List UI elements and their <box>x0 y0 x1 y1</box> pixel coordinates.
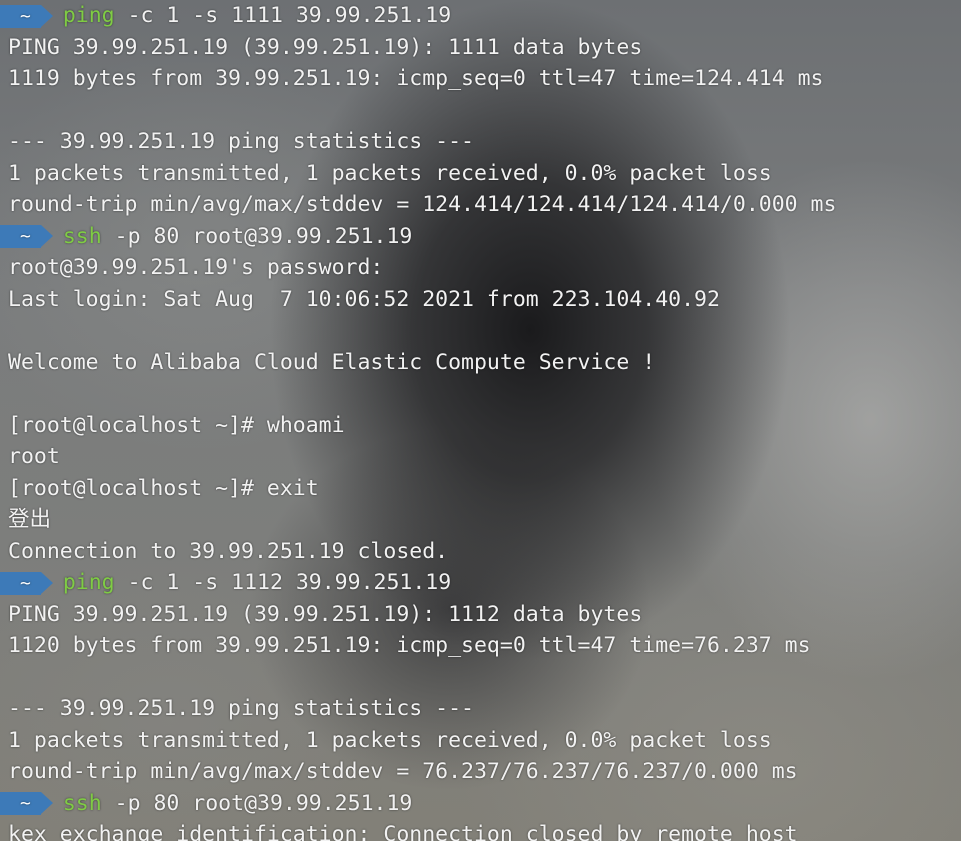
prompt-directory-badge: ~ <box>0 792 53 815</box>
command-args: -c 1 -s 1111 39.99.251.19 <box>114 3 452 28</box>
output-line: --- 39.99.251.19 ping statistics --- <box>8 129 474 154</box>
output-line: --- 39.99.251.19 ping statistics --- <box>8 696 474 721</box>
output-line: 登出 <box>8 507 52 532</box>
output-line: PING 39.99.251.19 (39.99.251.19): 1112 d… <box>8 601 643 627</box>
output-line: Welcome to Alibaba Cloud Elastic Compute… <box>8 349 656 375</box>
output-line: round-trip min/avg/max/stddev = 124.414/… <box>8 192 837 217</box>
output-line: kex_exchange_identification: Connection … <box>8 822 798 841</box>
output-line: round-trip min/avg/max/stddev = 76.237/7… <box>8 759 798 784</box>
output-line: 1119 bytes from 39.99.251.19: icmp_seq=0… <box>8 66 824 91</box>
prompt-line: ~ ping -c 1 -s 1111 39.99.251.19 <box>0 0 961 32</box>
output-line: Last login: Sat Aug 7 10:06:52 2021 from… <box>8 286 720 312</box>
terminal-output: ~ ping -c 1 -s 1111 39.99.251.19 PING 39.9… <box>0 0 961 841</box>
terminal-window[interactable]: ~ ping -c 1 -s 1111 39.99.251.19 PING 39.9… <box>0 0 961 841</box>
command-args: -c 1 -s 1112 39.99.251.19 <box>114 570 452 595</box>
prompt-directory-badge: ~ <box>0 571 53 595</box>
output-line: 1120 bytes from 39.99.251.19: icmp_seq=0… <box>8 633 811 658</box>
command-name: ssh <box>62 790 102 816</box>
output-line: root <box>8 444 60 469</box>
output-line: root@39.99.251.19's password: <box>8 255 384 280</box>
output-line: [root@localhost ~]# whoami <box>8 412 345 438</box>
prompt-line: ~ ssh -p 80 root@39.99.251.19 <box>0 788 961 820</box>
output-line: 1 packets transmitted, 1 packets receive… <box>8 727 772 753</box>
command-args: -p 80 root@39.99.251.19 <box>101 790 413 816</box>
output-line: 1 packets transmitted, 1 packets receive… <box>8 160 772 186</box>
prompt-directory-badge: ~ <box>0 4 53 28</box>
prompt-directory-badge: ~ <box>0 225 53 248</box>
output-line: [root@localhost ~]# exit <box>8 475 319 501</box>
output-line: PING 39.99.251.19 (39.99.251.19): 1111 d… <box>8 34 643 60</box>
prompt-line: ~ ping -c 1 -s 1112 39.99.251.19 <box>0 567 961 599</box>
output-line: Connection to 39.99.251.19 closed. <box>8 538 449 564</box>
command-args: -p 80 root@39.99.251.19 <box>101 223 413 249</box>
prompt-line: ~ ssh -p 80 root@39.99.251.19 <box>0 221 961 253</box>
command-name: ping <box>62 3 115 28</box>
command-name: ping <box>62 570 115 595</box>
command-name: ssh <box>62 223 102 249</box>
